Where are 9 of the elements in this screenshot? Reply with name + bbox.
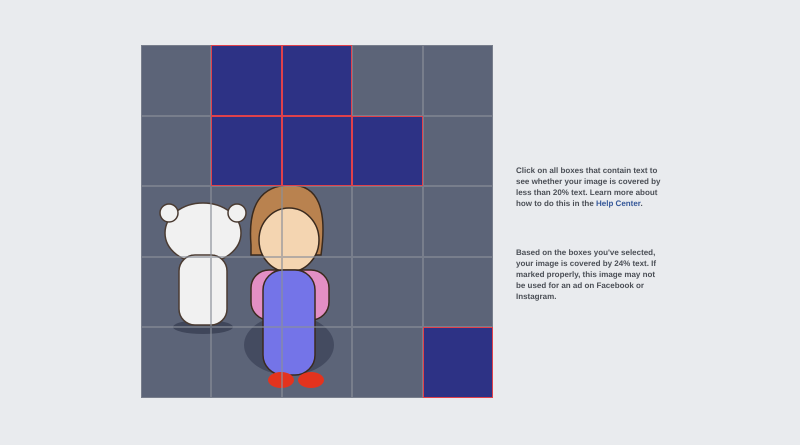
grid-box[interactable] <box>211 256 282 328</box>
instructions-text: Click on all boxes that contain text to see whether your image is covered by less than 20% text. Learn more about how to do this in the Help Center. <box>516 165 662 209</box>
grid-box[interactable] <box>282 256 352 328</box>
grid-box[interactable] <box>282 186 352 257</box>
grid-box[interactable] <box>141 186 212 257</box>
grid-box[interactable] <box>211 186 282 257</box>
result-text: Based on the boxes you've selected, your image is covered by 24% text. If marked properly, this image may not be used for an ad on Facebook or Instagram. <box>516 247 658 302</box>
grid-box[interactable] <box>141 256 212 328</box>
help-center-link[interactable]: Help Center <box>596 199 640 208</box>
